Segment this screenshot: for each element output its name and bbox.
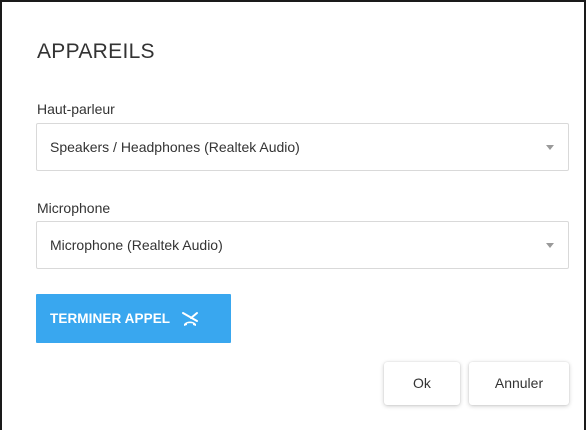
microphone-select[interactable]: Microphone (Realtek Audio)	[36, 221, 569, 269]
speaker-select-value: Speakers / Headphones (Realtek Audio)	[50, 139, 300, 155]
dropdown-arrow-icon	[546, 145, 554, 150]
speaker-select[interactable]: Speakers / Headphones (Realtek Audio)	[36, 123, 569, 171]
ok-button[interactable]: Ok	[384, 362, 460, 405]
microphone-label: Microphone	[37, 200, 111, 216]
end-call-label: TERMINER APPEL	[50, 311, 171, 326]
call-end-icon	[180, 309, 200, 329]
speaker-label: Haut-parleur	[37, 101, 115, 117]
dropdown-arrow-icon	[546, 243, 554, 248]
cancel-button[interactable]: Annuler	[469, 362, 569, 405]
microphone-select-value: Microphone (Realtek Audio)	[50, 237, 223, 253]
dialog-title: APPAREILS	[37, 40, 155, 63]
end-call-button[interactable]: TERMINER APPEL	[36, 294, 231, 343]
